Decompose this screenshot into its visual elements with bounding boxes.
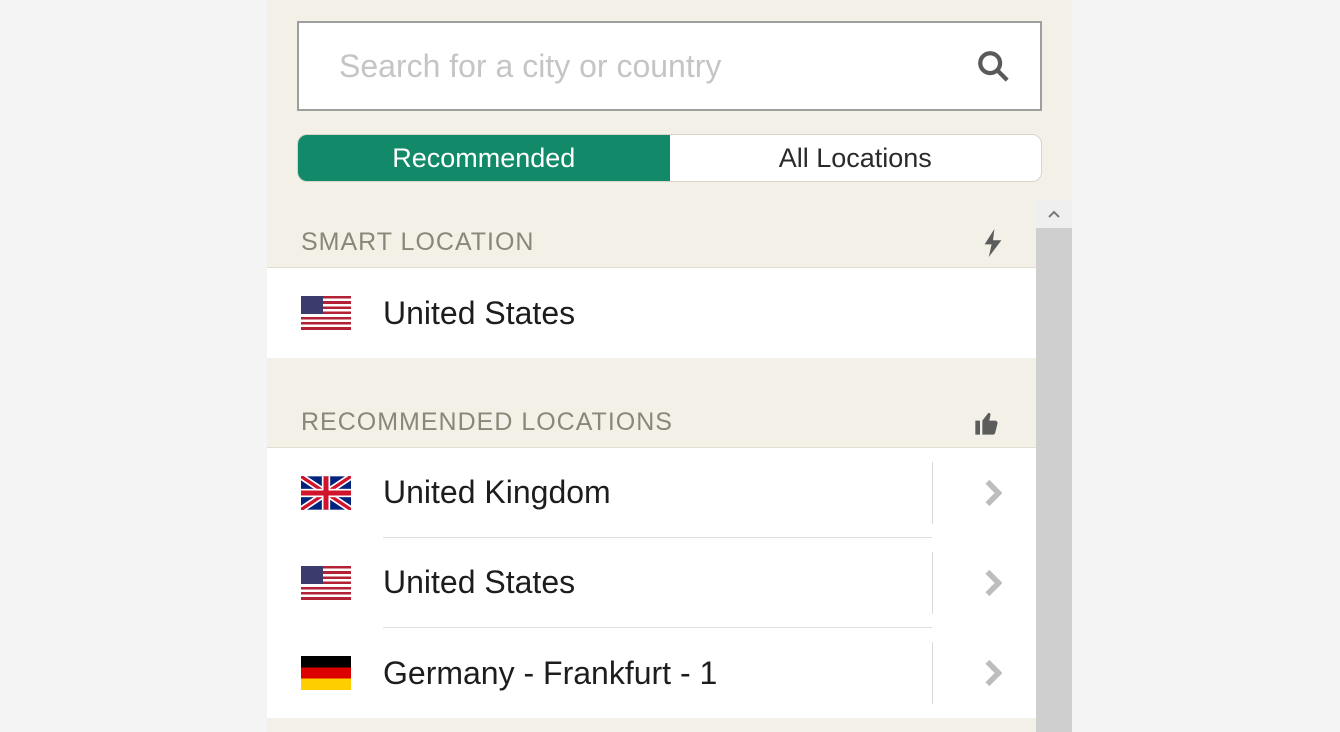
section-header-label: SMART LOCATION bbox=[301, 228, 534, 257]
smart-location-row[interactable]: United States bbox=[267, 268, 1036, 358]
search-icon bbox=[976, 49, 1010, 83]
chevron-up-icon bbox=[1048, 209, 1060, 219]
scrollbar-track[interactable] bbox=[1036, 228, 1072, 732]
chevron-right-icon bbox=[984, 479, 1002, 507]
expand-button[interactable] bbox=[932, 462, 1002, 524]
row-label: United States bbox=[383, 538, 932, 628]
chevron-right-icon bbox=[984, 659, 1002, 687]
tab-recommended[interactable]: Recommended bbox=[298, 135, 670, 181]
flag-us-icon bbox=[301, 566, 351, 600]
section-header-recommended: RECOMMENDED LOCATIONS bbox=[267, 358, 1036, 448]
row-label: United Kingdom bbox=[383, 448, 932, 538]
search-wrap bbox=[267, 0, 1072, 111]
location-row-us[interactable]: United States bbox=[267, 538, 1036, 628]
search-box[interactable] bbox=[297, 21, 1042, 111]
expand-button[interactable] bbox=[932, 642, 1002, 704]
scroll-up-button[interactable] bbox=[1036, 200, 1072, 228]
flag-us-icon bbox=[301, 296, 351, 330]
location-row-de[interactable]: Germany - Frankfurt - 1 bbox=[267, 628, 1036, 718]
scroll-area: SMART LOCATION United States RECOMMENDED… bbox=[267, 200, 1072, 732]
flag-uk-icon bbox=[301, 476, 351, 510]
section-header-label: RECOMMENDED LOCATIONS bbox=[301, 408, 673, 437]
location-list: SMART LOCATION United States RECOMMENDED… bbox=[267, 200, 1036, 732]
row-label: United States bbox=[383, 268, 1002, 358]
expand-button[interactable] bbox=[932, 552, 1002, 614]
chevron-right-icon bbox=[984, 569, 1002, 597]
search-input[interactable] bbox=[339, 48, 976, 85]
location-picker-panel: Recommended All Locations SMART LOCATION… bbox=[267, 0, 1072, 732]
scrollbar[interactable] bbox=[1036, 200, 1072, 732]
tabs: Recommended All Locations bbox=[297, 134, 1042, 182]
tab-all-locations[interactable]: All Locations bbox=[670, 135, 1042, 181]
bolt-icon bbox=[984, 229, 1002, 257]
row-label: Germany - Frankfurt - 1 bbox=[383, 628, 932, 718]
location-row-uk[interactable]: United Kingdom bbox=[267, 448, 1036, 538]
thumbs-up-icon bbox=[972, 409, 1002, 437]
section-header-smart: SMART LOCATION bbox=[267, 200, 1036, 268]
flag-de-icon bbox=[301, 656, 351, 690]
